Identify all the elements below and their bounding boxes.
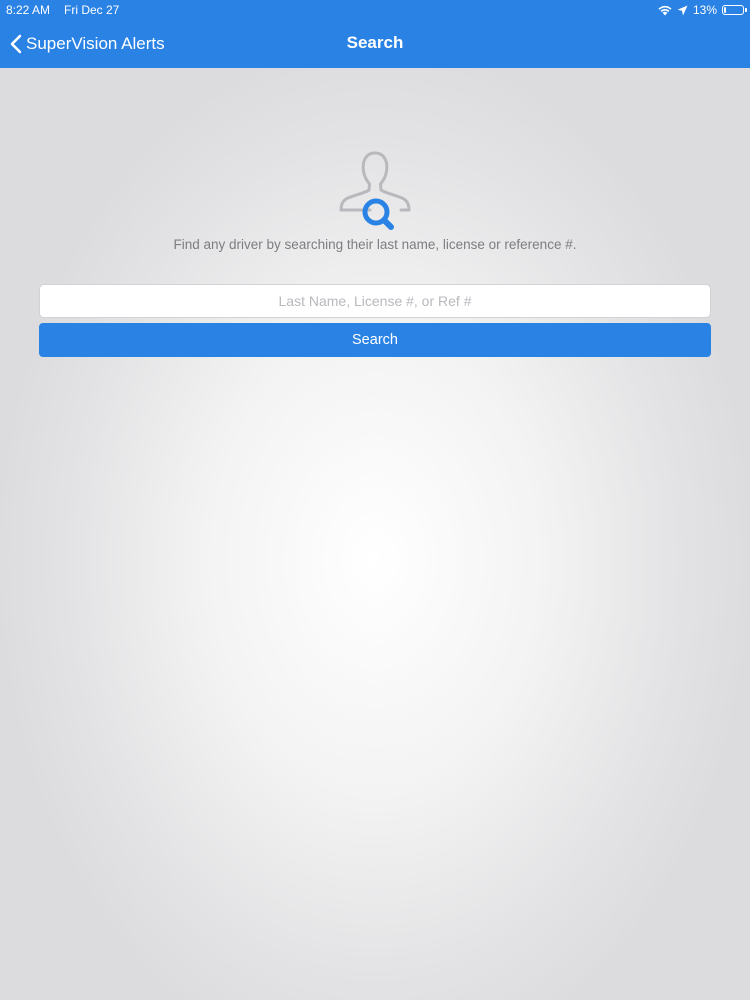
navigation-bar: SuperVision Alerts Search [0,20,750,68]
status-bar: 8:22 AM Fri Dec 27 13% [0,0,750,20]
status-indicators: 13% [658,2,747,18]
battery-percent: 13% [692,3,717,17]
battery-icon [722,5,747,15]
search-hint-text: Find any driver by searching their last … [173,237,577,252]
person-search-icon [338,150,412,232]
status-date: Fri Dec 27 [64,3,120,17]
search-screen: 8:22 AM Fri Dec 27 13% SuperVision Alert… [0,0,750,1000]
status-time: 8:22 AM [6,3,51,17]
search-button[interactable]: Search [39,323,711,357]
location-arrow-icon [677,5,688,16]
wifi-icon [658,5,672,16]
page-title: Search [346,33,404,52]
top-bar: 8:22 AM Fri Dec 27 13% SuperVision Alert… [0,0,750,68]
battery-level-fill [724,7,726,13]
search-input[interactable] [39,284,711,318]
